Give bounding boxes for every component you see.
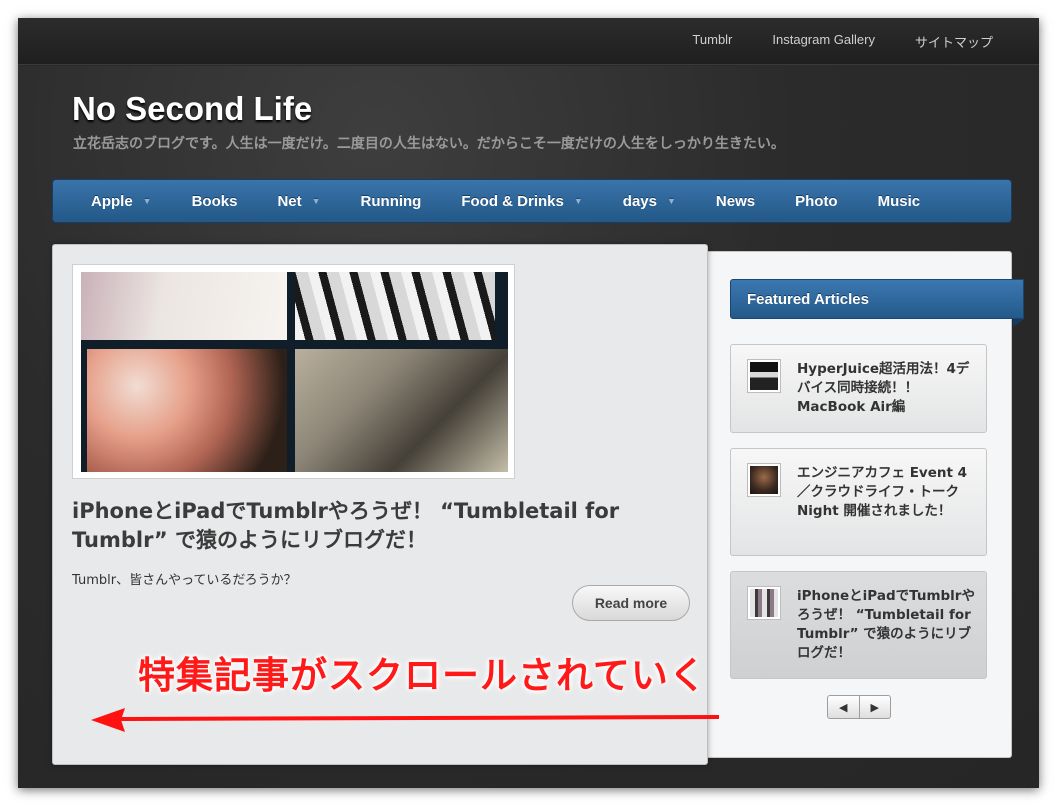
nav-item-days[interactable]: days ▼ (623, 193, 676, 210)
ribbon-fold (1013, 319, 1024, 327)
left-arrow-annotation-icon (91, 708, 720, 732)
nav-label: days (622, 192, 657, 210)
nav-item-apple[interactable]: Apple ▼ (91, 193, 152, 210)
nav-label: Music (877, 192, 921, 210)
next-arrow-icon[interactable]: ▶ (860, 696, 891, 718)
nav-label: Books (191, 192, 238, 210)
nav-item-photo[interactable]: Photo (795, 193, 838, 210)
toplink-sitemap[interactable]: サイトマップ (915, 32, 993, 51)
sidebar-article-title: エンジニアカフェ Event 4／クラウドライフ・トークNight 開催されまし… (797, 465, 968, 519)
main-nav: Apple ▼ Books Net ▼ Running Food & Drinks ▼… (52, 179, 1012, 223)
site-tagline: 立花岳志のブログです。人生は一度だけ。二度目の人生はない。だからこそ一度だけの人… (73, 136, 785, 152)
toplink-tumblr[interactable]: Tumblr (692, 32, 732, 51)
nav-item-food-drinks[interactable]: Food & Drinks ▼ (461, 193, 582, 210)
top-bar: Tumblr Instagram Gallery サイトマップ (18, 18, 1039, 65)
chevron-down-icon: ▼ (142, 196, 152, 206)
featured-title[interactable]: iPhoneとiPadでTumblrやろうぜ！ “Tumbletail for … (72, 497, 632, 555)
chevron-down-icon: ▼ (311, 196, 321, 206)
article-thumbnail (747, 359, 781, 393)
nav-label: News (715, 192, 756, 210)
nav-label: Photo (795, 192, 838, 210)
sidebar-article-item[interactable]: HyperJuice超活用法！4デバイス同時接続！！MacBook Air編 (730, 344, 987, 433)
featured-image[interactable] (72, 264, 515, 479)
featured-article: iPhoneとiPadでTumblrやろうぜ！ “Tumbletail for … (52, 244, 720, 765)
chevron-down-icon: ▼ (573, 196, 583, 206)
nav-item-music[interactable]: Music (878, 193, 921, 210)
collage-tile (295, 272, 495, 340)
top-links: Tumblr Instagram Gallery サイトマップ (692, 32, 993, 51)
nav-label: Net (277, 192, 302, 210)
nav-item-running[interactable]: Running (361, 193, 422, 210)
nav-item-news[interactable]: News (716, 193, 755, 210)
nav-item-net[interactable]: Net ▼ (277, 193, 320, 210)
collage-tile (295, 349, 508, 472)
article-thumbnail (747, 463, 781, 497)
site-title[interactable]: No Second Life (72, 90, 312, 128)
collage-tile (87, 349, 287, 472)
sidebar-article-item[interactable]: エンジニアカフェ Event 4／クラウドライフ・トークNight 開催されまし… (730, 448, 987, 556)
sidebar-article-title: HyperJuice超活用法！4デバイス同時接続！！MacBook Air編 (797, 361, 970, 415)
chevron-down-icon: ▼ (667, 196, 676, 206)
nav-label: Food & Drinks (461, 192, 564, 210)
slider-pager: ◀ ▶ (827, 695, 891, 719)
featured-articles-header: Featured Articles (730, 279, 1024, 319)
nav-label: Running (360, 192, 422, 210)
nav-item-books[interactable]: Books (192, 193, 238, 210)
sidebar-article-title: iPhoneとiPadでTumblrやろうぜ！ “Tumbletail for … (797, 588, 975, 661)
collage-tile (81, 272, 287, 340)
featured-image-collage (81, 272, 508, 472)
sidebar-article-item-active[interactable]: iPhoneとiPadでTumblrやろうぜ！ “Tumbletail for … (730, 571, 987, 679)
read-more-button[interactable]: Read more (572, 585, 690, 621)
article-thumbnail (747, 586, 781, 620)
featured-excerpt: Tumblr、皆さんやっているだろうか？ (72, 573, 297, 588)
browser-window: Tumblr Instagram Gallery サイトマップ No Secon… (18, 18, 1039, 788)
annotation-text: 特集記事がスクロールされていく (138, 654, 707, 697)
prev-arrow-icon[interactable]: ◀ (828, 696, 860, 718)
toplink-instagram-gallery[interactable]: Instagram Gallery (772, 32, 875, 51)
nav-label: Apple (91, 192, 133, 210)
